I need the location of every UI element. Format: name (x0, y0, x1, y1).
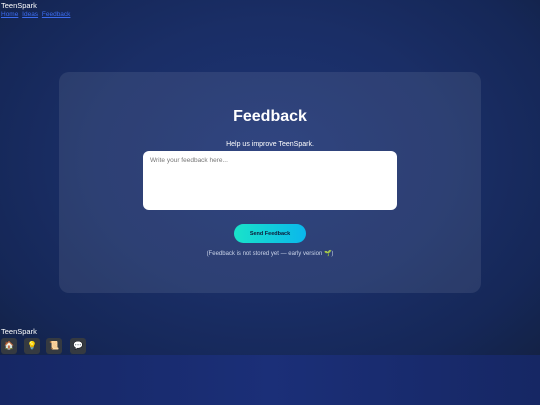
footer-brand: TeenSpark (1, 327, 37, 336)
page-subtitle: Help us improve TeenSpark. (226, 141, 314, 148)
feedback-textarea[interactable] (143, 151, 397, 210)
page-title: Feedback (233, 108, 307, 125)
nav-link-ideas[interactable]: Ideas (22, 11, 38, 18)
top-nav: Home Ideas Feedback (1, 11, 72, 18)
header-brand: TeenSpark (1, 1, 37, 10)
speech-bubble-icon[interactable]: 💬 (70, 338, 86, 354)
home-icon[interactable]: 🏠 (1, 338, 17, 354)
lightbulb-icon[interactable]: 💡 (24, 338, 40, 354)
scroll-icon[interactable]: 📜 (46, 338, 62, 354)
nav-link-home[interactable]: Home (1, 11, 18, 18)
nav-link-feedback[interactable]: Feedback (42, 11, 71, 18)
send-feedback-button[interactable]: Send Feedback (234, 224, 306, 243)
feedback-note: (Feedback is not stored yet — early vers… (206, 251, 334, 257)
bottom-band (0, 355, 540, 405)
